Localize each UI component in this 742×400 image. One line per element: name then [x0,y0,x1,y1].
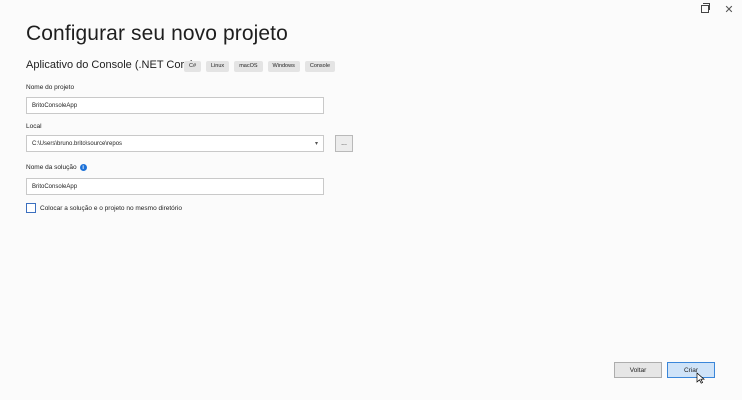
location-value: C:\Users\bruno.brito\source\repos [32,140,123,147]
info-icon[interactable]: i [79,164,87,171]
solution-name-field[interactable]: BritoConsoleApp [26,178,324,195]
restore-icon [701,3,710,13]
browse-button[interactable]: ... [335,135,353,152]
close-icon: ✕ [724,3,734,16]
solution-name-value: BritoConsoleApp [32,183,78,190]
location-combobox[interactable]: C:\Users\bruno.brito\source\repos ▾ [26,135,324,152]
same-directory-option[interactable]: Colocar a solução e o projeto no mesmo d… [26,203,182,213]
same-directory-label: Colocar a solução e o projeto no mesmo d… [40,204,182,212]
template-name: Aplicativo do Console (.NET Core) [26,59,194,71]
mouse-cursor-icon [696,372,705,384]
project-name-value: BritoConsoleApp [32,102,78,109]
create-button[interactable]: Criar [667,362,715,378]
project-name-label: Nome do projeto [26,84,75,91]
solution-name-label: Nome da solução i [26,164,87,171]
solution-name-label-text: Nome da solução [26,164,77,172]
tag-console: Console [304,61,336,72]
project-name-field[interactable]: BritoConsoleApp [26,97,324,114]
tag-macos: macOS [234,61,263,72]
close-window-button[interactable]: ✕ [720,2,738,16]
location-label: Local [26,123,42,130]
chevron-down-icon[interactable]: ▾ [315,140,318,147]
restore-window-button[interactable] [696,2,714,16]
template-tags: C# Linux macOS Windows Console [184,61,336,72]
page-title: Configurar seu novo projeto [26,22,288,45]
tag-linux: Linux [206,61,230,72]
same-directory-checkbox[interactable] [26,203,36,213]
back-button[interactable]: Voltar [614,362,662,378]
tag-windows: Windows [267,61,300,72]
tag-csharp: C# [184,61,202,72]
